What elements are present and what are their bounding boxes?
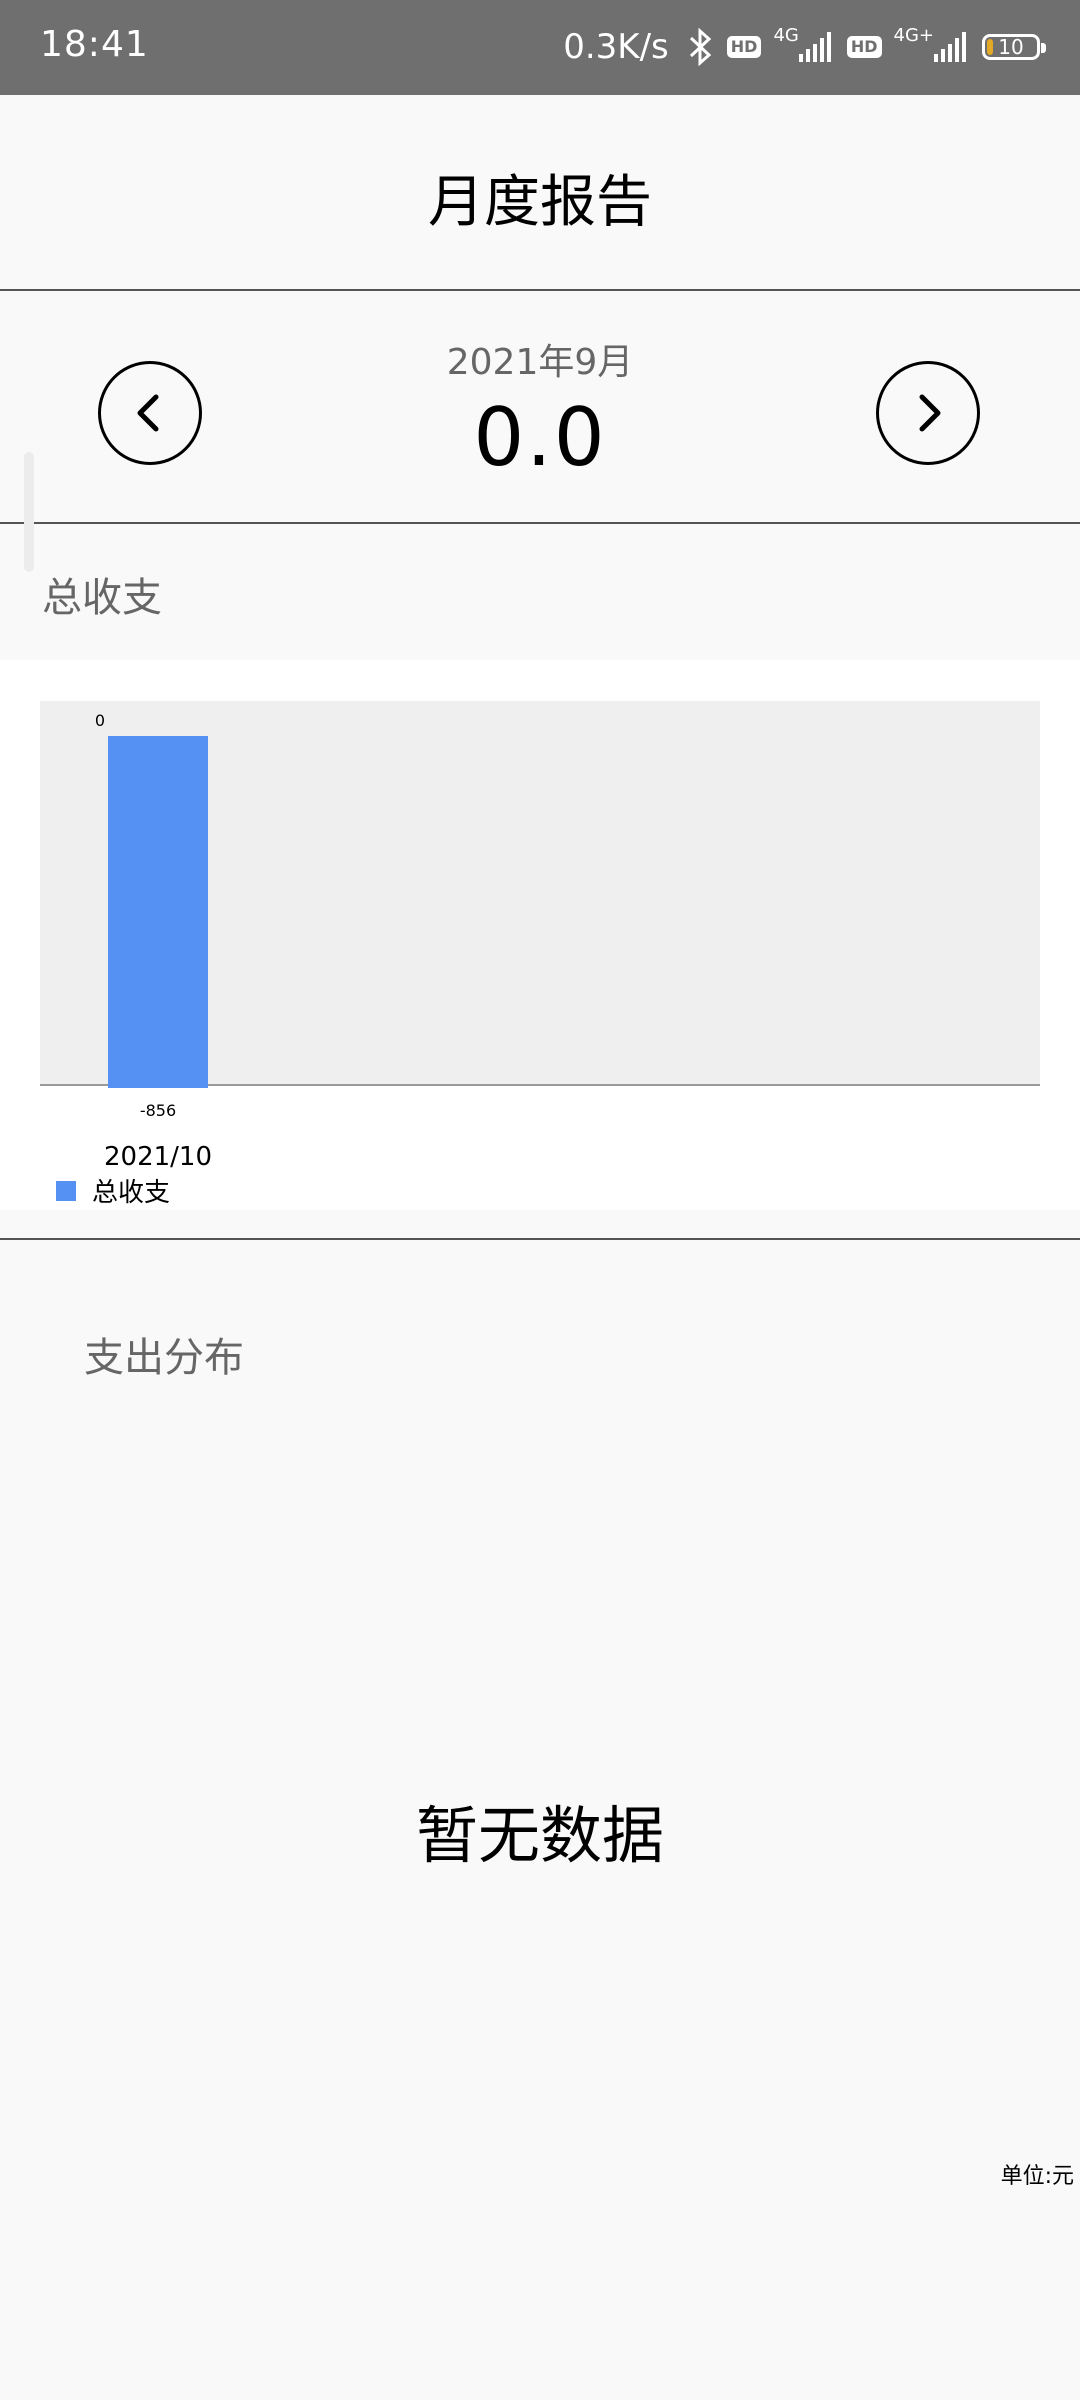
hd-badge-sim2: HD [846,36,882,58]
battery-fill [987,39,993,55]
battery-level: 10 [998,35,1024,59]
unit-label: 单位:元 [1000,2164,1074,2189]
net-speed: 0.3K/s [563,27,669,67]
signal-icon-sim1: 4G [773,25,834,62]
summary-section-title: 总收支 [42,575,162,621]
chart-data-label-bottom: -856 [140,1101,176,1120]
month-navigator: 2021年9月 0.0 [0,291,1080,523]
legend-label: 总收支 [92,1178,171,1208]
status-icons: 0.3K/s HD 4G HD 4G+ 10 [563,22,1046,72]
battery-icon: 10 [982,34,1046,60]
chevron-right-icon [919,394,941,432]
empty-state-text: 暂无数据 [415,1799,664,1872]
status-time: 18:41 [40,24,149,65]
hd-badge-sim1: HD [726,36,762,58]
page-title: 月度报告 [428,170,652,235]
network-type-sim2: 4G+ [893,24,934,46]
app-header: 月度报告 [0,95,1080,289]
network-type-sim1: 4G [773,24,799,46]
chart-bar [108,736,208,1088]
bar-chart: 2021/10 0 -856 [40,701,1040,1172]
status-bar: 18:41 0.3K/s HD 4G HD 4G+ 10 [0,0,1080,95]
chart-data-label-top: 0 [95,711,105,730]
distribution-section-title: 支出分布 [84,1335,244,1381]
chart-divider [0,1238,1080,1240]
scroll-indicator[interactable] [24,452,34,572]
nav-divider [0,522,1080,524]
legend-swatch [56,1180,76,1201]
signal-icon-sim2: 4G+ [894,25,970,62]
next-month-button[interactable] [876,361,980,465]
chart-legend: 总收支 [56,1172,170,1209]
chart-x-tick-label: 2021/10 [104,1142,212,1172]
bluetooth-icon [687,28,715,66]
summary-chart: 2021/10 0 -856 总收支 [0,660,1080,1210]
